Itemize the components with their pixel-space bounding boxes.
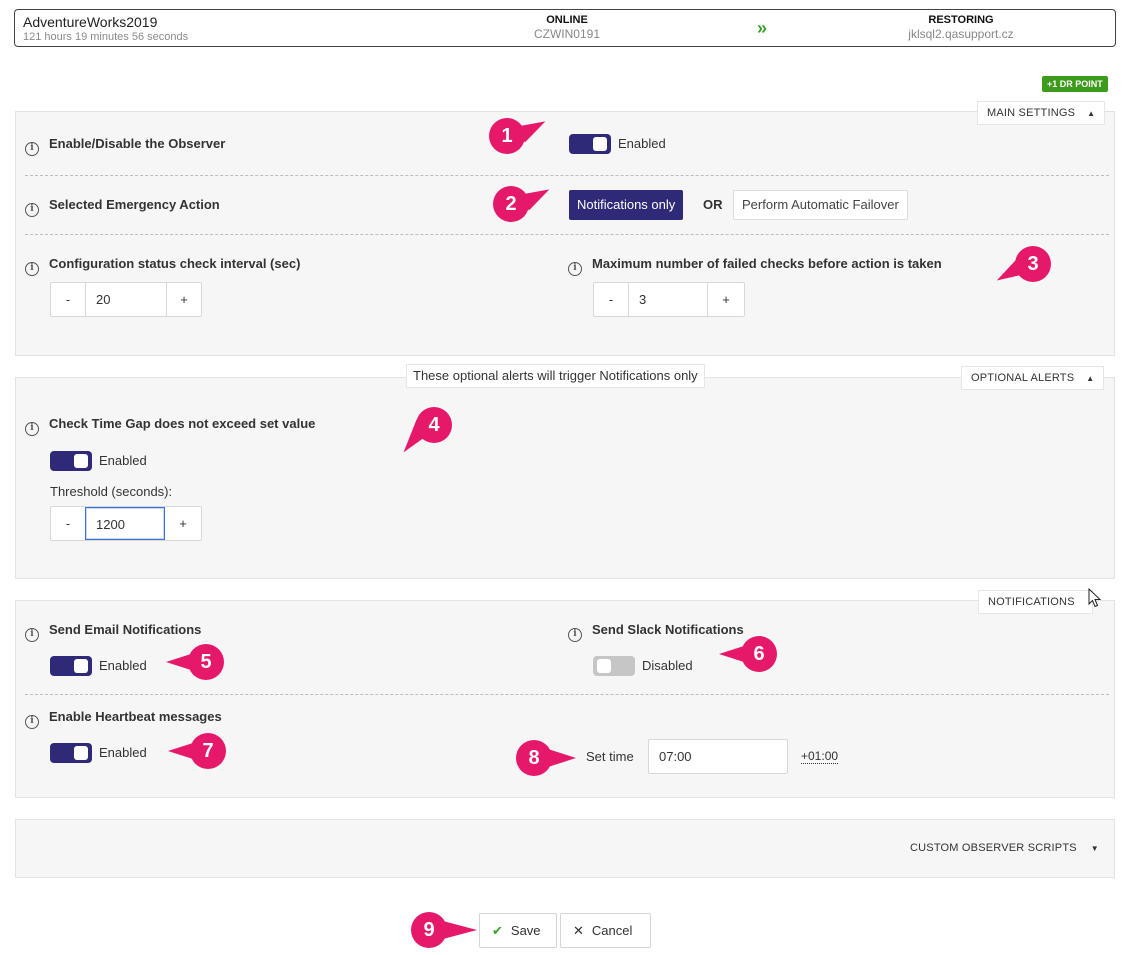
info-icon[interactable]: i: [25, 628, 39, 642]
double-chevron-right-icon: »: [757, 18, 768, 38]
save-label: Save: [510, 923, 541, 938]
heartbeat-label-text: Enable Heartbeat messages: [49, 709, 222, 724]
observer-label-text: Enable/Disable the Observer: [49, 136, 226, 151]
timezone-link[interactable]: +01:00: [801, 749, 839, 764]
info-icon[interactable]: i: [25, 203, 39, 217]
cancel-button[interactable]: ✕ Cancel: [560, 913, 651, 948]
notifications-tab[interactable]: NOTIFICATIONS: [978, 590, 1094, 614]
threshold-decrement-button[interactable]: -: [51, 507, 85, 540]
failed-checks-label-text: Maximum number of failed checks before a…: [592, 256, 942, 271]
time-gap-label-text: Check Time Gap does not exceed set value: [49, 416, 316, 431]
set-time-label: Set time: [586, 749, 634, 764]
primary-server: CZWIN0191: [533, 27, 601, 41]
secondary-status: RESTORING jklsql2.qasupport.cz: [861, 14, 1061, 41]
caret-down-icon: ▼: [1090, 844, 1099, 853]
interval-input[interactable]: 20: [85, 283, 167, 316]
optional-alerts-tab-label: OPTIONAL ALERTS: [971, 372, 1075, 384]
marker-6: 6: [719, 636, 777, 672]
dr-point-badge: +1 DR POINT: [1042, 76, 1108, 92]
set-time-input[interactable]: 07:00: [648, 739, 788, 774]
database-uptime: 121 hours 19 minutes 56 seconds: [23, 31, 189, 43]
marker-9: 9: [411, 912, 447, 948]
marker-8-pointer: [548, 749, 576, 767]
threshold-stepper: - 1200 +: [50, 506, 202, 541]
notifications-only-button[interactable]: Notifications only: [569, 190, 684, 220]
heartbeat-state: Enabled: [99, 745, 147, 760]
email-notifications-state: Enabled: [99, 658, 147, 673]
or-text: OR: [703, 197, 723, 212]
primary-status: ONLINE CZWIN0191: [467, 14, 667, 41]
main-settings-tab[interactable]: MAIN SETTINGS ▲: [977, 101, 1106, 125]
interval-increment-button[interactable]: +: [167, 283, 201, 316]
interval-decrement-button[interactable]: -: [51, 283, 85, 316]
info-icon[interactable]: i: [25, 422, 39, 436]
optional-alerts-panel: [15, 377, 1115, 579]
failed-checks-increment-button[interactable]: +: [708, 283, 744, 316]
optional-alerts-note: These optional alerts will trigger Notif…: [406, 364, 705, 388]
marker-4: 4: [416, 407, 452, 443]
save-button[interactable]: ✔ Save: [479, 913, 557, 948]
observer-state: Enabled: [618, 136, 666, 151]
marker-9-pointer: [443, 921, 477, 939]
slack-notifications-state: Disabled: [642, 658, 693, 673]
database-name: AdventureWorks2019: [23, 14, 158, 30]
close-icon: ✕: [573, 923, 584, 938]
database-status-bar: AdventureWorks2019 121 hours 19 minutes …: [14, 9, 1116, 47]
failed-checks-decrement-button[interactable]: -: [594, 283, 628, 316]
slack-notifications-toggle[interactable]: [593, 656, 635, 676]
info-icon[interactable]: i: [568, 262, 582, 276]
info-icon[interactable]: i: [25, 142, 39, 156]
check-icon: ✔: [492, 923, 503, 938]
info-icon[interactable]: i: [25, 715, 39, 729]
interval-label: i Configuration status check interval (se…: [25, 256, 300, 276]
heartbeat-label: i Enable Heartbeat messages: [25, 709, 222, 729]
threshold-increment-button[interactable]: +: [165, 507, 201, 540]
email-notifications-toggle[interactable]: [50, 656, 92, 676]
main-settings-tab-label: MAIN SETTINGS: [987, 107, 1076, 119]
info-icon[interactable]: i: [25, 262, 39, 276]
interval-label-text: Configuration status check interval (sec…: [49, 256, 301, 271]
custom-scripts-tab[interactable]: CUSTOM OBSERVER SCRIPTS ▼: [910, 842, 1099, 854]
email-notifications-label: i Send Email Notifications: [25, 622, 201, 642]
marker-1: 1: [489, 118, 525, 154]
primary-status-text: ONLINE: [546, 14, 588, 26]
failed-checks-input[interactable]: 3: [628, 283, 708, 316]
optional-alerts-tab[interactable]: OPTIONAL ALERTS ▲: [961, 366, 1105, 390]
interval-stepper: - 20 +: [50, 282, 202, 317]
email-notifications-label-text: Send Email Notifications: [49, 622, 202, 637]
caret-up-icon: ▲: [1087, 109, 1096, 118]
failed-checks-stepper: - 3 +: [593, 282, 745, 317]
observer-label: i Enable/Disable the Observer: [25, 136, 225, 156]
slack-notifications-label: i Send Slack Notifications: [568, 622, 744, 642]
emergency-action-label-text: Selected Emergency Action: [49, 197, 220, 212]
custom-scripts-tab-label: CUSTOM OBSERVER SCRIPTS: [910, 842, 1077, 854]
marker-3: 3: [1015, 246, 1051, 282]
time-gap-state: Enabled: [99, 453, 147, 468]
automatic-failover-button[interactable]: Perform Automatic Failover: [733, 190, 908, 220]
cancel-label: Cancel: [591, 923, 633, 938]
observer-toggle[interactable]: [569, 134, 611, 154]
time-gap-toggle[interactable]: [50, 451, 92, 471]
secondary-status-text: RESTORING: [928, 14, 994, 26]
secondary-server: jklsql2.qasupport.cz: [908, 27, 1014, 41]
marker-2: 2: [493, 186, 529, 222]
divider: [25, 175, 1109, 176]
caret-up-icon: [1081, 598, 1083, 607]
failed-checks-label: i Maximum number of failed checks before …: [568, 256, 942, 276]
mouse-cursor-icon: [1088, 588, 1102, 608]
divider: [25, 694, 1109, 695]
slack-notifications-label-text: Send Slack Notifications: [592, 622, 744, 637]
caret-up-icon: ▲: [1086, 374, 1095, 383]
marker-8: 8: [516, 740, 552, 776]
threshold-input[interactable]: 1200: [85, 507, 165, 540]
marker-7: 7: [168, 733, 226, 769]
threshold-label: Threshold (seconds):: [50, 484, 173, 499]
divider: [25, 234, 1109, 235]
notifications-tab-label: NOTIFICATIONS: [988, 596, 1075, 608]
info-icon[interactable]: i: [568, 628, 582, 642]
time-gap-label: i Check Time Gap does not exceed set valu…: [25, 416, 315, 436]
emergency-action-label: i Selected Emergency Action: [25, 197, 220, 217]
heartbeat-toggle[interactable]: [50, 743, 92, 763]
marker-5: 5: [166, 644, 224, 680]
